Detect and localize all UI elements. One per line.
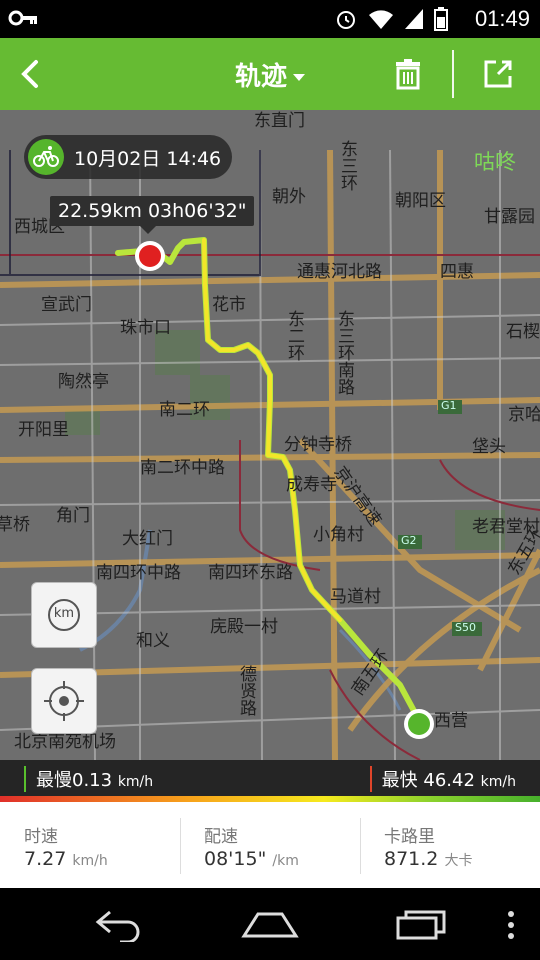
map-label: 南二环 [159,400,210,420]
system-nav-bar [0,888,540,960]
map-label: 东直门 [254,111,305,131]
map-label: 草桥 [0,515,30,535]
map-label: 陶然亭 [58,372,109,392]
map-label: 四惠 [440,262,474,282]
map-label: 石楔 [506,322,540,342]
map-label: 通惠河北路 [297,262,382,282]
slowest-speed: 最慢0.13 km/h [24,766,153,792]
km-label: km [53,606,75,621]
map-label: 开阳里 [18,420,69,440]
pace-stat-value: 08'15" /km [204,848,299,870]
map-label: 德贤路 [236,665,256,716]
map-label: 甘露园 [484,207,535,227]
menu-nav-button[interactable] [506,910,516,944]
fastest-value: 46.42 [423,770,475,791]
wifi-icon [368,8,394,34]
speed-stat-label: 时速 [24,827,58,847]
share-icon [484,60,512,88]
ride-date: 10月02日 14:46 [74,148,222,170]
nav-home-icon [241,912,299,938]
km-marker-button[interactable]: km [31,582,97,648]
status-icons [334,7,448,35]
speed-unit: km/h [72,853,108,869]
caret-down-icon [293,74,305,81]
fastest-label: 最快 [381,770,418,791]
map-label: 和义 [136,631,170,651]
map-label: 朝外 [272,187,306,207]
calories-stat-label: 卡路里 [384,827,435,847]
map-label: 花市 [212,295,246,315]
map-label: 庑殿一村 [210,617,278,637]
map-label: 角门 [56,506,90,526]
app-bar-divider [452,50,454,98]
app-bar: 轨迹 [0,38,540,110]
trash-icon [396,59,420,90]
map-label: 南二环中路 [140,458,225,478]
speed-range-bar: 最慢0.13 km/h 最快 46.42 km/h [0,760,540,796]
map-label: S50 [455,621,476,634]
nav-recents-icon [396,910,446,940]
nav-back-icon [95,910,140,944]
home-nav-button[interactable] [240,908,300,944]
delete-button[interactable] [388,54,428,94]
recents-nav-button[interactable] [394,908,450,944]
ride-summary-tooltip: 22.59km 03h06'32" [50,196,255,234]
share-button[interactable] [478,54,518,94]
map-label: 南四环中路 [96,563,181,583]
slowest-label: 最慢 [36,770,72,791]
map-label: 东二环 [284,310,304,361]
fastest-unit: km/h [480,774,516,790]
calories-unit: 大卡 [444,853,473,869]
key-icon [8,9,38,31]
park-area [65,410,100,435]
map-label: 分钟寺桥 [284,435,352,455]
map-label: 宣武门 [41,295,92,315]
speed-stat: 时速 7.27 km/h [0,802,180,888]
alarm-icon [334,7,358,35]
map-label: 东三环南路 [334,310,354,395]
start-marker [135,241,165,271]
pace-stat-label: 配速 [204,827,238,847]
pace-value: 08'15" [204,848,267,870]
slowest-unit: km/h [117,774,154,790]
map-label: 垡头 [472,437,506,457]
map-label: G1 [441,399,457,412]
route-map[interactable]: 东直门 朝外 朝阳区 甘露园 东三环 西城区 通惠河北路 四惠 宣武门 花市 珠… [0,110,540,760]
clock: 01:49 [474,6,530,31]
slowest-value: 0.13 [72,770,113,791]
map-label: 朝阳区 [395,191,446,211]
signal-icon [404,8,424,34]
ride-stats-panel: 时速 7.27 km/h 配速 08'15" /km 卡路里 871.2 大卡 [0,802,540,888]
map-label: 珠市口 [120,318,171,338]
overflow-menu-icon [508,911,514,939]
speed-value: 7.27 [24,848,67,870]
battery-icon [434,7,448,35]
back-nav-button[interactable] [90,906,150,946]
brand-watermark: 咕咚 [474,150,516,174]
map-label: G2 [401,534,417,547]
ride-summary-text: 22.59km 03h06'32" [58,200,247,222]
calories-stat: 卡路里 871.2 大卡 [360,802,540,888]
locate-button[interactable] [31,668,97,734]
page-title[interactable]: 轨迹 [0,56,540,93]
bicycle-icon [28,139,64,175]
speed-stat-value: 7.27 km/h [24,848,108,870]
end-marker [404,709,434,739]
map-label: 京哈 [508,405,540,425]
status-bar: 01:49 [0,0,540,38]
map-label: 小角村 [313,525,364,545]
calories-value: 871.2 [384,848,439,870]
map-label: 西营 [434,711,468,731]
pace-unit: /km [272,853,299,869]
ride-date-badge: 10月02日 14:46 [24,135,232,179]
map-label: 东三环 [337,140,357,191]
page-title-text: 轨迹 [234,62,287,92]
crosshair-icon [44,681,84,721]
pace-stat: 配速 08'15" /km [180,802,360,888]
map-label: 大红门 [122,529,173,549]
map-label: 南四环东路 [208,563,293,583]
fastest-speed: 最快 46.42 km/h [369,766,516,792]
map-label: 马道村 [330,587,381,607]
calories-stat-value: 871.2 大卡 [384,848,472,870]
